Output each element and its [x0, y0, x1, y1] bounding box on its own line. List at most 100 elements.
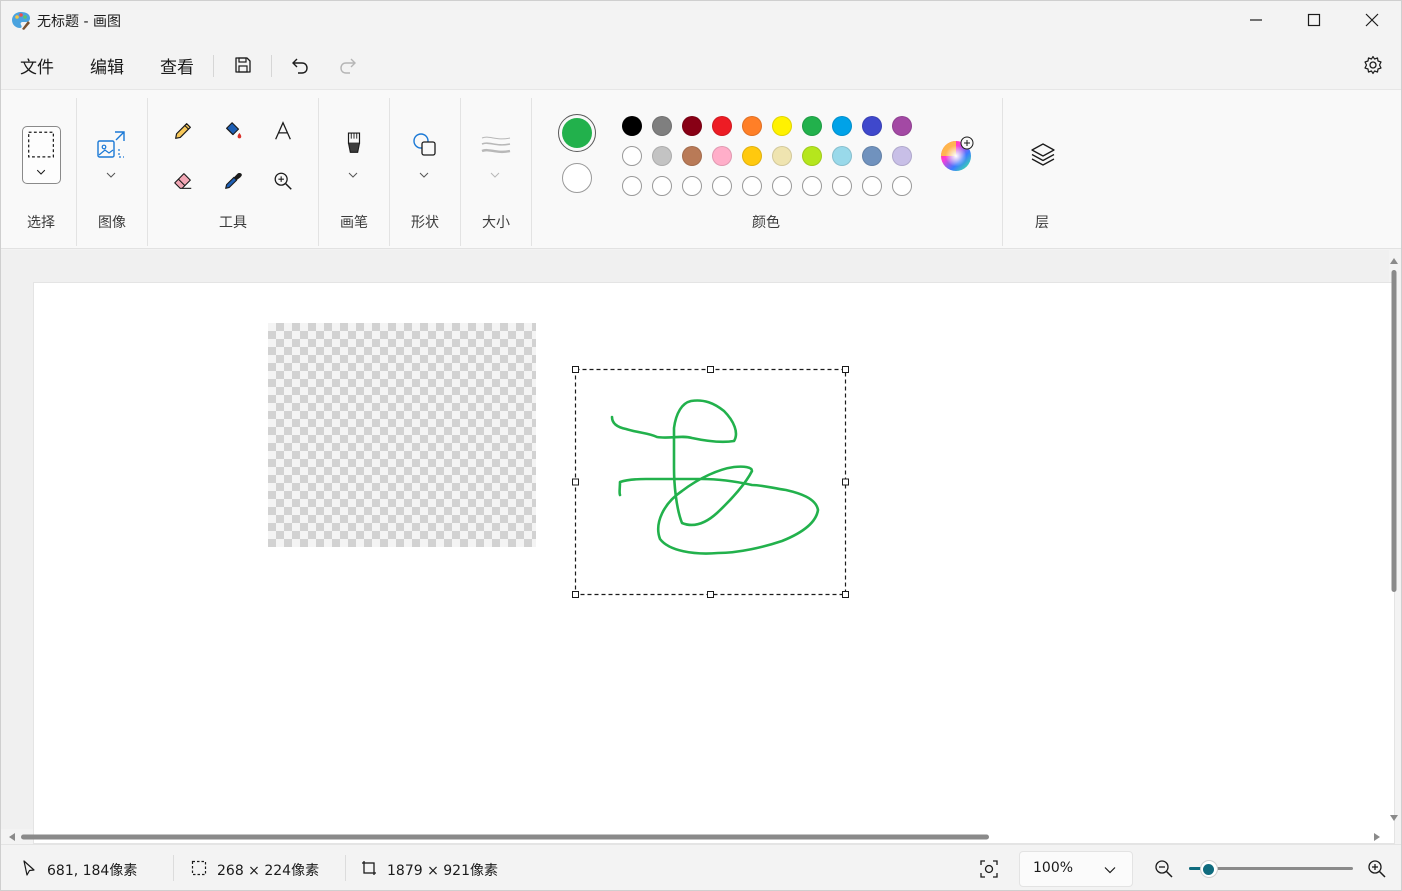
- selection-size-icon: [191, 860, 207, 876]
- menu-file[interactable]: 文件: [16, 51, 58, 79]
- save-button[interactable]: [227, 49, 259, 81]
- rectangle-select-icon: [28, 131, 54, 175]
- close-icon: [1365, 13, 1379, 27]
- color-swatch[interactable]: [712, 146, 732, 166]
- color-swatch[interactable]: [622, 116, 642, 136]
- color-swatch[interactable]: [862, 116, 882, 136]
- zoom-slider[interactable]: [1189, 859, 1353, 879]
- color-swatch[interactable]: [892, 116, 912, 136]
- vertical-scrollbar-graphic: [1390, 258, 1398, 821]
- selection-size-text: 268 × 224像素: [217, 863, 320, 879]
- group-label-shapes: 形状: [411, 215, 439, 231]
- shapes-icon: [413, 133, 436, 156]
- custom-color-slot[interactable]: [802, 176, 822, 196]
- zoom-slider-thumb-dot: [1203, 863, 1215, 875]
- custom-color-slot[interactable]: [712, 176, 732, 196]
- canvas-workspace[interactable]: [1, 250, 1394, 843]
- color-swatch[interactable]: [802, 146, 822, 166]
- size-tool-button[interactable]: [478, 127, 514, 163]
- shapes-tool-button[interactable]: [407, 127, 443, 163]
- maximize-button[interactable]: [1285, 1, 1343, 39]
- color-swatch[interactable]: [712, 116, 732, 136]
- group-separator: [1002, 98, 1003, 246]
- line-size-icon: [481, 136, 511, 154]
- image-tool-button[interactable]: [93, 127, 129, 163]
- menu-edit[interactable]: 编辑: [86, 51, 128, 79]
- group-label-colors: 颜色: [752, 215, 780, 231]
- fit-to-window-icon: [980, 860, 998, 878]
- redo-button[interactable]: [333, 49, 365, 81]
- menu-view[interactable]: 查看: [156, 51, 198, 79]
- primary-color-button[interactable]: [558, 114, 596, 152]
- paint-bucket-icon: [226, 122, 242, 139]
- zoom-select[interactable]: 100%: [1019, 851, 1133, 887]
- undo-button[interactable]: [283, 49, 315, 81]
- maximize-icon: [1307, 13, 1321, 27]
- custom-color-slot[interactable]: [622, 176, 642, 196]
- magnifier-tool-button[interactable]: [265, 163, 301, 199]
- zoom-in-button[interactable]: [1364, 857, 1390, 881]
- group-label-size: 大小: [482, 215, 510, 231]
- color-swatch[interactable]: [772, 116, 792, 136]
- color-swatch[interactable]: [862, 146, 882, 166]
- text-tool-button[interactable]: [265, 113, 301, 149]
- vertical-scrollbar[interactable]: [1387, 250, 1401, 829]
- chevron-down-icon: [348, 172, 358, 178]
- minimize-button[interactable]: [1227, 1, 1285, 39]
- menu-separator: [213, 55, 214, 77]
- color-swatch[interactable]: [772, 146, 792, 166]
- group-separator: [460, 98, 461, 246]
- color-swatch[interactable]: [622, 146, 642, 166]
- brush-icon: [347, 132, 361, 153]
- custom-color-slot[interactable]: [892, 176, 912, 196]
- primary-color-swatch: [562, 118, 592, 148]
- pencil-tool-button[interactable]: [165, 113, 201, 149]
- eyedropper-icon: [225, 172, 242, 189]
- color-swatch[interactable]: [682, 146, 702, 166]
- chevron-down-icon: [1104, 867, 1116, 874]
- color-swatch[interactable]: [892, 146, 912, 166]
- select-tool-button[interactable]: [22, 126, 61, 184]
- secondary-color-button[interactable]: [562, 163, 592, 193]
- minimize-icon: [1250, 19, 1262, 21]
- custom-color-slot[interactable]: [652, 176, 672, 196]
- color-swatch[interactable]: [802, 116, 822, 136]
- close-button[interactable]: [1343, 1, 1401, 39]
- color-swatch[interactable]: [742, 116, 762, 136]
- zoom-slider-thumb[interactable]: [1199, 860, 1218, 878]
- title-bar: 无标题 - 画图: [1, 1, 1401, 39]
- group-label-tools: 工具: [219, 215, 247, 231]
- fill-tool-button[interactable]: [215, 113, 251, 149]
- color-swatch[interactable]: [742, 146, 762, 166]
- color-swatch[interactable]: [652, 146, 672, 166]
- color-swatch[interactable]: [832, 146, 852, 166]
- layers-button[interactable]: [1025, 137, 1061, 173]
- status-separator: [345, 855, 346, 881]
- selection-handles[interactable]: [572, 366, 849, 598]
- custom-color-slot[interactable]: [862, 176, 882, 196]
- redo-icon: [340, 58, 356, 74]
- custom-color-slot[interactable]: [772, 176, 792, 196]
- settings-button[interactable]: [1357, 49, 1389, 81]
- group-separator: [147, 98, 148, 246]
- color-swatch[interactable]: [832, 116, 852, 136]
- edit-colors-button[interactable]: [938, 136, 974, 172]
- drawing-canvas[interactable]: [34, 283, 1394, 843]
- brush-tool-button[interactable]: [336, 127, 372, 163]
- chevron-down-icon: [106, 172, 116, 178]
- fit-to-window-button[interactable]: [976, 857, 1002, 881]
- custom-color-slot[interactable]: [832, 176, 852, 196]
- canvas-size-icon: [362, 861, 376, 875]
- zoom-out-button[interactable]: [1151, 857, 1177, 881]
- group-label-image: 图像: [98, 215, 126, 231]
- window-title: 无标题 - 画图: [37, 14, 121, 30]
- eraser-tool-button[interactable]: [165, 163, 201, 199]
- horizontal-scrollbar[interactable]: [1, 829, 1389, 843]
- custom-color-slot[interactable]: [742, 176, 762, 196]
- horizontal-scrollbar-graphic: [9, 833, 1380, 841]
- color-picker-tool-button[interactable]: [215, 163, 251, 199]
- color-swatch[interactable]: [652, 116, 672, 136]
- color-wheel-icon: [941, 136, 974, 171]
- custom-color-slot[interactable]: [682, 176, 702, 196]
- color-swatch[interactable]: [682, 116, 702, 136]
